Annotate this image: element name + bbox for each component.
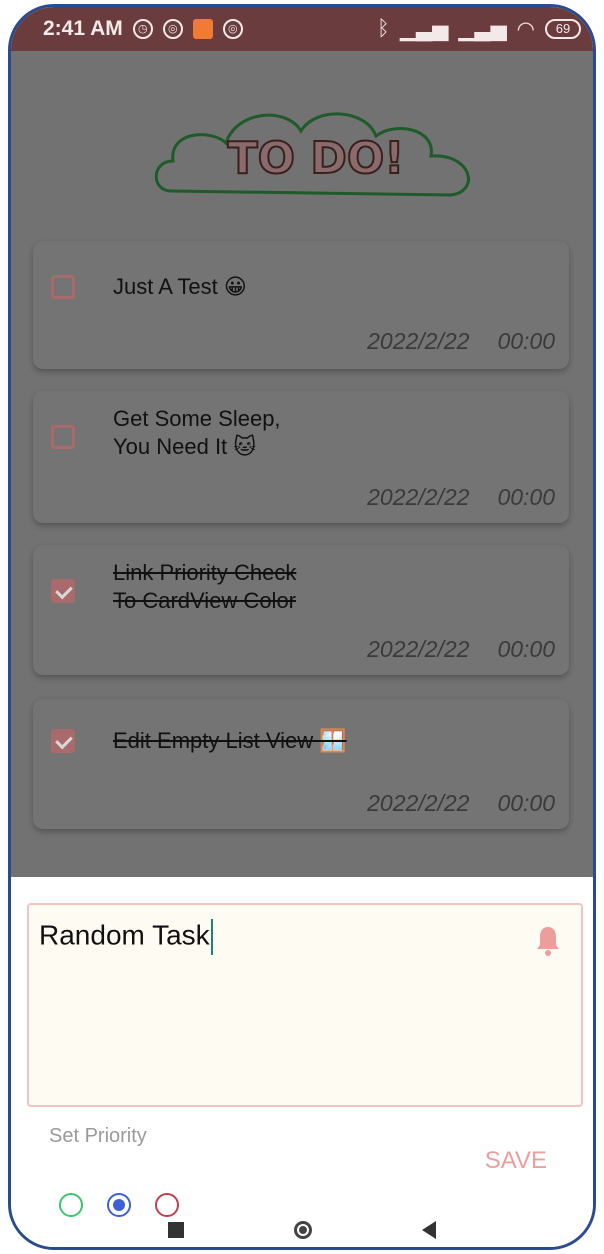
task-title: Just A Test 😀 <box>113 274 247 299</box>
task-date: 2022/2/22 <box>367 484 470 510</box>
task-datetime: 2022/2/22 00:00 <box>367 484 555 511</box>
task-input-text[interactable]: Random Task <box>39 919 213 955</box>
status-time: 2:41 AM <box>43 17 123 40</box>
task-card[interactable]: Just A Test 😀 2022/2/22 00:00 <box>33 241 569 369</box>
bluetooth-icon: ᛒ <box>377 17 390 40</box>
navigation-bar <box>11 1207 593 1247</box>
task-card[interactable]: Link Priority Check To CardView Color 20… <box>33 545 569 675</box>
task-card[interactable]: Get Some Sleep, You Need It 🐱 2022/2/22 0… <box>33 391 569 523</box>
task-input-value: Random Task <box>39 919 210 951</box>
task-checkbox[interactable] <box>51 275 75 299</box>
task-title-line: To CardView Color <box>113 588 297 613</box>
task-checkbox[interactable] <box>51 729 75 753</box>
phone-frame: 2:41 AM ◷ ◎ ◎ ᛒ ▁▃▅ ▁▃▅ ◠ 69 TO DO! Just… <box>8 4 596 1250</box>
task-datetime: 2022/2/22 00:00 <box>367 328 555 355</box>
wifi-icon: ◠ <box>516 17 535 41</box>
notification-icon-2: ◎ <box>222 19 243 39</box>
task-time: 00:00 <box>497 328 555 354</box>
task-date: 2022/2/22 <box>367 790 470 816</box>
task-time: 00:00 <box>497 790 555 816</box>
signal-icon: ▁▃▅ <box>399 17 449 41</box>
status-bar: 2:41 AM ◷ ◎ ◎ ᛒ ▁▃▅ ▁▃▅ ◠ 69 <box>11 7 593 51</box>
battery-icon: 69 <box>545 19 581 39</box>
task-time: 00:00 <box>497 636 555 662</box>
save-button[interactable]: SAVE <box>485 1147 547 1175</box>
add-task-sheet: Random Task Set Priority SAVE <box>11 877 593 1247</box>
task-date: 2022/2/22 <box>367 328 470 354</box>
task-datetime: 2022/2/22 00:00 <box>367 636 555 663</box>
recent-apps-icon[interactable] <box>168 1222 184 1238</box>
set-priority-label: Set Priority <box>49 1125 147 1147</box>
task-checkbox[interactable] <box>51 579 75 603</box>
task-title-line: Link Priority Check <box>113 560 297 585</box>
task-input[interactable]: Random Task <box>27 903 583 1107</box>
alarm-icon: ◷ <box>132 19 153 39</box>
task-list-area: TO DO! Just A Test 😀 2022/2/22 00:00 Get … <box>11 51 593 877</box>
signal-icon-2: ▁▃▅ <box>458 17 507 41</box>
task-datetime: 2022/2/22 00:00 <box>367 790 555 817</box>
task-title-line: You Need It 🐱 <box>113 434 257 459</box>
task-title: Get Some Sleep, You Need It 🐱 <box>113 405 281 461</box>
todo-logo: TO DO! <box>154 112 470 197</box>
task-card[interactable]: Edit Empty List View 🪟 2022/2/22 00:00 <box>33 699 569 829</box>
bell-icon[interactable] <box>535 925 561 957</box>
notification-icon: ◎ <box>162 19 183 39</box>
task-title-line: Get Some Sleep, <box>113 406 281 431</box>
task-title: Link Priority Check To CardView Color <box>113 559 296 615</box>
task-date: 2022/2/22 <box>367 636 470 662</box>
text-caret <box>210 919 213 955</box>
task-time: 00:00 <box>497 484 555 510</box>
home-icon[interactable] <box>294 1221 312 1239</box>
logo-text: TO DO! <box>228 133 405 184</box>
task-title: Edit Empty List View 🪟 <box>113 728 347 753</box>
back-icon[interactable] <box>422 1221 436 1239</box>
task-checkbox[interactable] <box>51 425 75 449</box>
app-notification-icon <box>192 19 213 39</box>
